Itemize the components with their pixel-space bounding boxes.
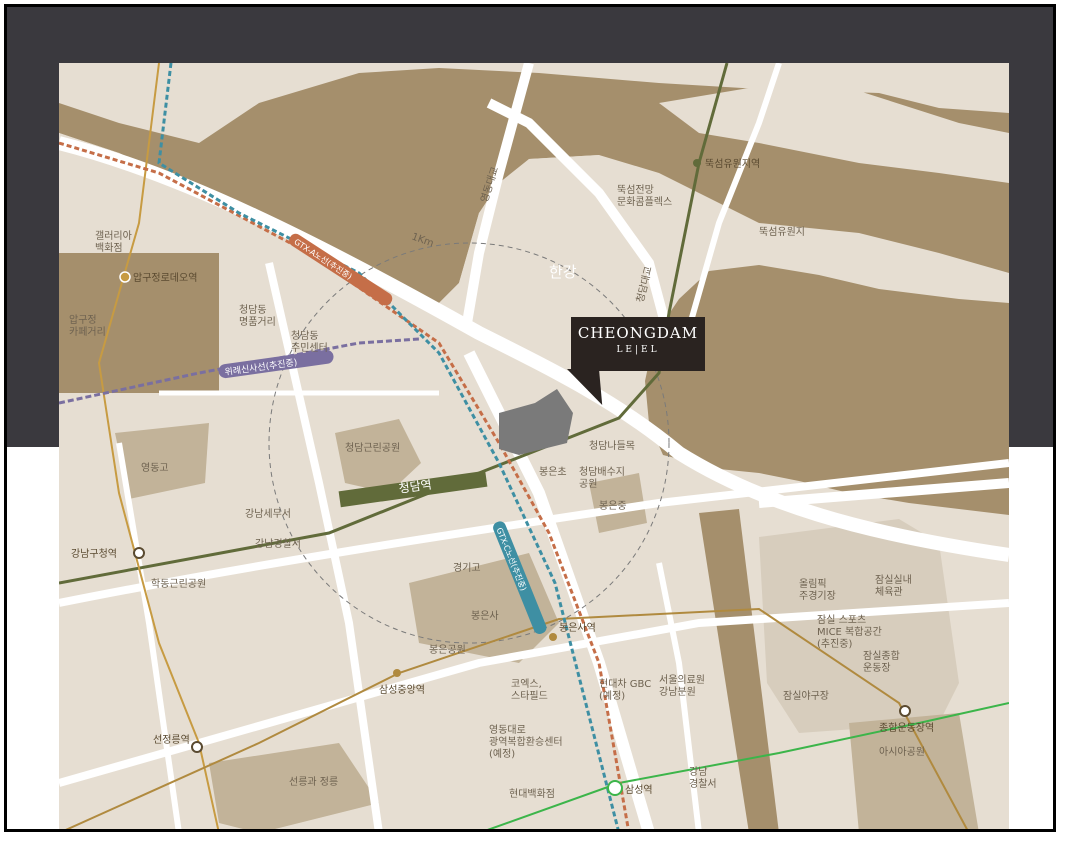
- label-hakdong-park: 학동근린공원: [151, 578, 206, 590]
- label-apgujeong-rodeo: 압구정로데오역: [133, 271, 197, 284]
- label-sports-complex: 종합운동장역: [879, 722, 934, 734]
- label-ttukseom-resort: 뚝섬유원지역: [705, 158, 760, 170]
- label-bongeunsa-temple: 봉은사: [471, 610, 499, 622]
- label-youngdong-high: 영동고: [141, 462, 169, 474]
- label-bongeun-elem: 봉은초: [539, 466, 567, 478]
- label-ttukseom-park: 뚝섬유원지: [759, 226, 805, 238]
- station-marker-icon: [549, 633, 557, 641]
- label-bongeunsa: 봉은사역: [559, 622, 596, 634]
- image-frame: 청담역 뚝섬유원지역 압구정로데오역 강남구청역 선정릉역 삼성중앙역 봉은사역…: [4, 4, 1056, 832]
- label-seonjeongneung: 선정릉역: [153, 734, 190, 746]
- label-seonreung: 선릉과 정릉: [289, 776, 338, 788]
- label-bongeun-middle: 봉은중: [599, 500, 627, 512]
- label-bongeun-park: 봉은공원: [429, 644, 466, 656]
- logo-sub: LE|EL: [616, 345, 660, 355]
- label-han-river: 한강: [549, 263, 577, 281]
- label-samseong: 삼성역: [625, 784, 653, 796]
- location-map: 청담역 뚝섬유원지역 압구정로데오역 강남구청역 선정릉역 삼성중앙역 봉은사역…: [59, 63, 1009, 829]
- station-marker-icon: [393, 669, 401, 677]
- label-kyunggi-high: 경기고: [453, 561, 481, 574]
- transfer-station-icon: [607, 780, 623, 796]
- label-hyundai-dept: 현대백화점: [509, 788, 555, 800]
- label-gangnam-police: 강남경찰서: [255, 537, 301, 550]
- transfer-station-icon: [899, 705, 911, 717]
- label-cheongdam-park: 청담근린공원: [345, 442, 400, 454]
- station-marker-icon: [119, 271, 131, 283]
- label-samseong-jungang: 삼성중앙역: [379, 684, 425, 696]
- transfer-station-icon: [133, 547, 145, 559]
- cheongdam-leel-logo: CHEONGDAM LE|EL: [571, 317, 705, 371]
- map-canvas: 청담역 뚝섬유원지역 압구정로데오역 강남구청역 선정릉역 삼성중앙역 봉은사역…: [59, 63, 1009, 829]
- label-gangnam-tax: 강남세무서: [245, 508, 291, 520]
- label-asia-park: 아시아공원: [879, 746, 925, 758]
- transfer-station-icon: [191, 741, 203, 753]
- label-jamsil-baseball: 잠실야구장: [783, 690, 829, 702]
- label-gangnam-gu-office: 강남구청역: [71, 548, 117, 560]
- label-cheongdam-nadeulmok: 청담나들목: [589, 440, 635, 452]
- logo-name: CHEONGDAM: [577, 324, 699, 342]
- station-marker-icon: [693, 159, 701, 167]
